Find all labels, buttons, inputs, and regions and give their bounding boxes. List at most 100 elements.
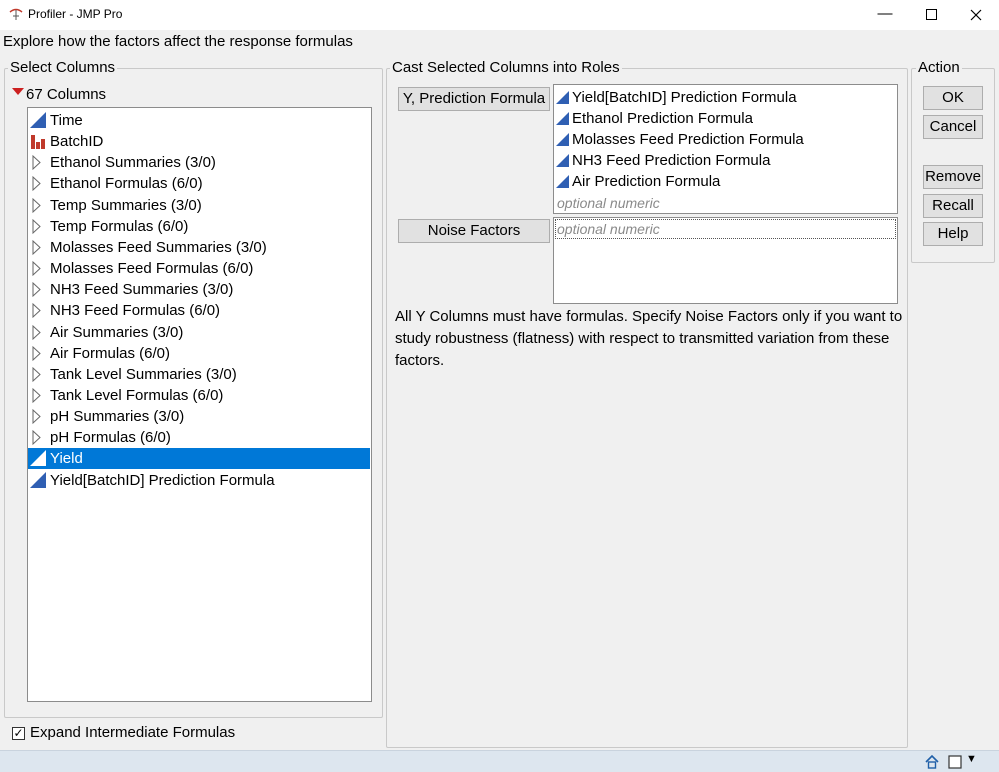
- column-item-label: Molasses Feed Formulas (6/0): [50, 260, 254, 278]
- maximize-icon: [925, 9, 937, 20]
- noise-placeholder: optional numeric: [557, 221, 660, 237]
- expand-formulas-label[interactable]: Expand Intermediate Formulas: [30, 724, 235, 741]
- column-item-label: NH3 Feed Summaries (3/0): [50, 281, 234, 299]
- column-item[interactable]: Temp Summaries (3/0): [28, 195, 370, 216]
- recall-button[interactable]: Recall: [923, 194, 983, 218]
- column-item[interactable]: NH3 Feed Summaries (3/0): [28, 279, 370, 300]
- column-item-label: BatchID: [50, 133, 104, 151]
- column-item-label: Molasses Feed Summaries (3/0): [50, 238, 267, 256]
- roles-note: All Y Columns must have formulas. Specif…: [395, 308, 903, 369]
- checkmark-icon: ✓: [13, 726, 24, 740]
- y-role-item-label: Yield[BatchID] Prediction Formula: [572, 89, 797, 106]
- column-item[interactable]: pH Formulas (6/0): [28, 427, 370, 448]
- expand-formulas-checkbox[interactable]: ✓: [12, 727, 25, 740]
- continuous-icon: [28, 110, 50, 131]
- window-title: Profiler - JMP Pro: [28, 7, 123, 21]
- column-item-label: Air Formulas (6/0): [50, 344, 171, 362]
- disclosure-icon[interactable]: [28, 195, 50, 216]
- y-role-item[interactable]: Ethanol Prediction Formula: [556, 108, 753, 129]
- close-icon: [970, 9, 982, 21]
- column-item[interactable]: Tank Level Formulas (6/0): [28, 385, 370, 406]
- maximize-button[interactable]: [908, 0, 954, 30]
- column-item[interactable]: pH Summaries (3/0): [28, 406, 370, 427]
- action-legend: Action: [916, 59, 962, 77]
- column-item[interactable]: Time: [28, 110, 370, 131]
- disclosure-icon[interactable]: [28, 343, 50, 364]
- cancel-button[interactable]: Cancel: [923, 115, 983, 139]
- column-count-label: 67 Columns: [26, 86, 107, 103]
- remove-button[interactable]: Remove: [923, 165, 983, 189]
- column-item-label: Yield[BatchID] Prediction Formula: [50, 471, 275, 489]
- disclosure-icon[interactable]: [28, 216, 50, 237]
- close-button[interactable]: [953, 0, 999, 30]
- column-item[interactable]: BatchID: [28, 131, 370, 152]
- continuous-icon: [28, 470, 50, 491]
- column-item[interactable]: Molasses Feed Formulas (6/0): [28, 258, 370, 279]
- disclosure-icon[interactable]: [28, 237, 50, 258]
- home-icon[interactable]: [924, 754, 940, 770]
- continuous-icon: [556, 174, 569, 188]
- column-item-label: Air Summaries (3/0): [50, 323, 184, 341]
- y-role-item-label: Molasses Feed Prediction Formula: [572, 131, 804, 149]
- column-item[interactable]: NH3 Feed Formulas (6/0): [28, 300, 370, 321]
- disclosure-icon[interactable]: [28, 385, 50, 406]
- disclosure-icon[interactable]: [28, 300, 50, 321]
- window-icon[interactable]: [948, 755, 962, 769]
- disclosure-icon[interactable]: [28, 152, 50, 173]
- column-item-label: Ethanol Summaries (3/0): [50, 154, 216, 172]
- column-item[interactable]: Tank Level Summaries (3/0): [28, 364, 370, 385]
- column-item-label: Tank Level Formulas (6/0): [50, 386, 224, 404]
- column-item-label: Time: [50, 112, 83, 129]
- column-item-label: NH3 Feed Formulas (6/0): [50, 302, 221, 320]
- window-dropdown-icon[interactable]: ▼: [966, 753, 977, 765]
- cast-roles-legend: Cast Selected Columns into Roles: [390, 59, 622, 77]
- y-role-placeholder: optional numeric: [557, 195, 660, 211]
- disclosure-icon[interactable]: [28, 322, 50, 343]
- column-count-header[interactable]: 67 Columns: [12, 86, 106, 103]
- column-item-label: pH Formulas (6/0): [50, 429, 171, 447]
- column-item[interactable]: Ethanol Summaries (3/0): [28, 152, 370, 173]
- column-item-label: Tank Level Summaries (3/0): [50, 365, 237, 383]
- column-item[interactable]: Air Summaries (3/0): [28, 322, 370, 343]
- column-item-label: Temp Summaries (3/0): [50, 196, 202, 214]
- y-prediction-formula-button[interactable]: Y, Prediction Formula: [398, 87, 550, 111]
- disclosure-icon[interactable]: [28, 364, 50, 385]
- disclosure-icon[interactable]: [28, 406, 50, 427]
- y-role-item-label: NH3 Feed Prediction Formula: [572, 152, 771, 170]
- disclosure-icon[interactable]: [28, 279, 50, 300]
- red-triangle-menu-icon[interactable]: [12, 88, 24, 95]
- y-role-item[interactable]: Molasses Feed Prediction Formula: [556, 129, 804, 150]
- column-item[interactable]: Yield: [28, 448, 370, 470]
- disclosure-icon[interactable]: [28, 173, 50, 194]
- y-role-item[interactable]: NH3 Feed Prediction Formula: [556, 150, 770, 171]
- minimize-icon: —: [877, 5, 893, 22]
- continuous-icon: [28, 448, 50, 469]
- title-bar: Profiler - JMP Pro —: [0, 0, 999, 30]
- ok-button[interactable]: OK: [923, 86, 983, 110]
- column-item[interactable]: Molasses Feed Summaries (3/0): [28, 237, 370, 258]
- select-columns-legend: Select Columns: [8, 59, 118, 77]
- column-item[interactable]: Temp Formulas (6/0): [28, 216, 370, 237]
- column-item[interactable]: Air Formulas (6/0): [28, 343, 370, 364]
- instructions-text: Explore how the factors affect the respo…: [3, 33, 353, 50]
- column-item[interactable]: Yield[BatchID] Prediction Formula: [28, 470, 370, 491]
- column-list[interactable]: Time BatchID Ethanol Summaries (3/0) Ethano…: [27, 107, 372, 702]
- y-role-item-label: Air Prediction Formula: [572, 173, 721, 191]
- column-item-label: pH Summaries (3/0): [50, 408, 185, 426]
- y-role-item[interactable]: Yield[BatchID] Prediction Formula: [556, 87, 797, 108]
- minimize-button[interactable]: —: [862, 0, 908, 30]
- status-bar: ▼: [0, 750, 999, 772]
- column-item-label: Temp Formulas (6/0): [50, 217, 189, 235]
- continuous-icon: [556, 153, 569, 167]
- noise-factors-button[interactable]: Noise Factors: [398, 219, 550, 243]
- noise-factors-list[interactable]: optional numeric: [553, 217, 898, 304]
- jmp-app-icon: [9, 8, 23, 20]
- disclosure-icon[interactable]: [28, 427, 50, 448]
- column-item-label: Ethanol Formulas (6/0): [50, 175, 203, 193]
- column-item[interactable]: Ethanol Formulas (6/0): [28, 173, 370, 194]
- continuous-icon: [556, 111, 569, 125]
- help-button[interactable]: Help: [923, 222, 983, 246]
- y-role-item[interactable]: Air Prediction Formula: [556, 171, 720, 192]
- y-role-list[interactable]: Yield[BatchID] Prediction Formula Ethanol…: [553, 84, 898, 214]
- disclosure-icon[interactable]: [28, 258, 50, 279]
